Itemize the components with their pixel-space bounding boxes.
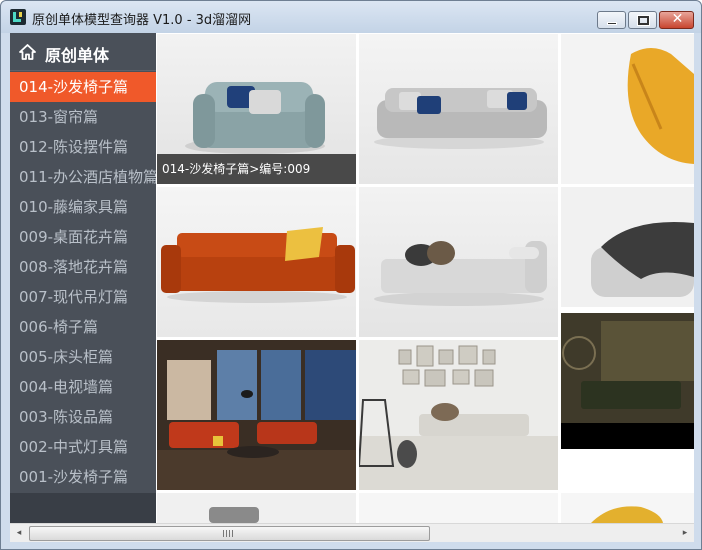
sidebar-item-011[interactable]: 011-办公酒店植物篇 <box>10 162 156 192</box>
sidebar-item-003[interactable]: 003-陈设品篇 <box>10 402 156 432</box>
thumbnail-sofa-grey[interactable] <box>359 34 558 184</box>
thumbnail-row4-col3[interactable] <box>561 493 694 523</box>
sidebar-item-001[interactable]: 001-沙发椅子篇 <box>10 462 156 492</box>
daybed-image <box>374 241 547 306</box>
row4-col1-image <box>209 507 259 523</box>
sidebar-header[interactable]: 原创单体 <box>10 33 156 71</box>
thumbnail-daybed[interactable] <box>359 187 558 337</box>
scrollbar-thumb[interactable] <box>29 526 430 541</box>
sidebar-footer <box>10 493 156 523</box>
close-button[interactable]: ✕ <box>659 11 694 29</box>
window-title: 原创单体模型查询器 V1.0 - 3d溜溜网 <box>32 13 252 28</box>
client-area: 原创单体 014-沙发椅子篇 013-窗帘篇 012-陈设摆件篇 011-办公酒… <box>10 33 694 542</box>
scroll-left-arrow-icon[interactable]: ◂ <box>11 526 27 541</box>
horizontal-scrollbar[interactable]: ◂ ▸ <box>10 523 694 542</box>
dark-room-image <box>561 313 694 449</box>
yellow-chair-image <box>627 48 694 164</box>
category-sidebar: 原创单体 014-沙发椅子篇 013-窗帘篇 012-陈设摆件篇 011-办公酒… <box>10 33 156 523</box>
thumbnail-living-room-windows[interactable] <box>157 340 356 490</box>
living-room-image <box>157 340 356 490</box>
sofa-image <box>374 88 547 149</box>
row4-col3-image <box>591 506 663 523</box>
minimize-icon <box>607 22 617 25</box>
gallery-room-image <box>359 340 558 490</box>
thumbnail-caption: 014-沙发椅子篇>编号:009 <box>157 154 356 184</box>
sidebar-item-004[interactable]: 004-电视墙篇 <box>10 372 156 402</box>
sidebar-item-008[interactable]: 008-落地花卉篇 <box>10 252 156 282</box>
app-logo-icon <box>10 9 26 25</box>
maximize-button[interactable] <box>628 11 657 29</box>
thumbnail-pouf[interactable] <box>561 187 694 307</box>
sidebar-item-005[interactable]: 005-床头柜篇 <box>10 342 156 372</box>
home-icon <box>19 44 36 60</box>
thumbnail-dark-living-room[interactable] <box>561 313 694 449</box>
sidebar-item-009[interactable]: 009-桌面花卉篇 <box>10 222 156 252</box>
thumbnail-row4-col2[interactable] <box>359 493 558 523</box>
thumbnail-armchair-blue[interactable]: 014-沙发椅子篇>编号:009 <box>157 34 356 184</box>
thumbnail-gallery-wall-room[interactable] <box>359 340 558 490</box>
scroll-right-arrow-icon[interactable]: ▸ <box>677 526 693 541</box>
sidebar-item-014[interactable]: 014-沙发椅子篇 <box>10 72 156 102</box>
orange-sofa-image <box>161 227 355 303</box>
app-window: 原创单体模型查询器 V1.0 - 3d溜溜网 ✕ 原创单体 014-沙发椅子篇 … <box>0 0 702 550</box>
pouf-image <box>591 222 694 297</box>
thumbnail-grid: 014-沙发椅子篇>编号:009 <box>156 33 694 523</box>
sidebar-item-013[interactable]: 013-窗帘篇 <box>10 102 156 132</box>
sidebar-item-002[interactable]: 002-中式灯具篇 <box>10 432 156 462</box>
scrollbar-grip-icon <box>223 530 233 537</box>
minimize-button[interactable] <box>597 11 626 29</box>
sidebar-title: 原创单体 <box>45 46 110 65</box>
sidebar-item-010[interactable]: 010-藤编家具篇 <box>10 192 156 222</box>
sidebar-item-007[interactable]: 007-现代吊灯篇 <box>10 282 156 312</box>
sidebar-item-006[interactable]: 006-椅子篇 <box>10 312 156 342</box>
close-icon: ✕ <box>671 11 684 27</box>
thumbnail-row4-col1[interactable] <box>157 493 356 523</box>
thumbnail-sofa-orange[interactable] <box>157 187 356 337</box>
maximize-icon <box>637 15 650 26</box>
sidebar-item-012[interactable]: 012-陈设摆件篇 <box>10 132 156 162</box>
category-list: 014-沙发椅子篇 013-窗帘篇 012-陈设摆件篇 011-办公酒店植物篇 … <box>10 72 156 492</box>
thumbnail-chair-yellow[interactable] <box>561 34 694 184</box>
title-bar[interactable]: 原创单体模型查询器 V1.0 - 3d溜溜网 ✕ <box>1 1 701 33</box>
